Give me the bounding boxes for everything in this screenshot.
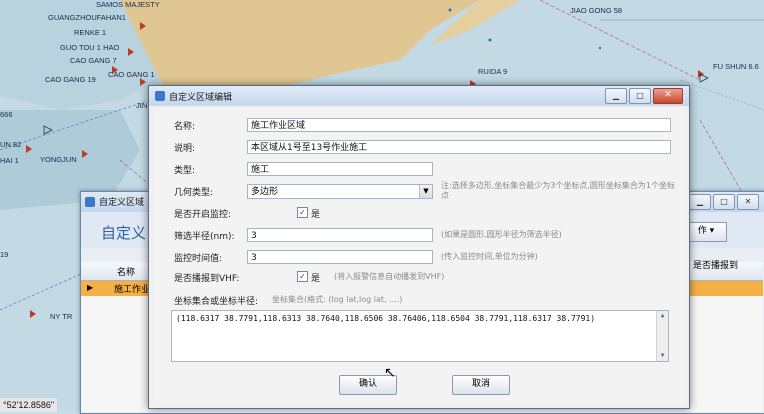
coordinates-value: (118.6317 38.7791,118.6313 38.7640,118.6… <box>176 314 596 323</box>
monitor-checkbox-label: 是 <box>311 210 321 220</box>
ship-label[interactable]: RENKE 1 <box>74 28 106 37</box>
operation-button-label: 作 <box>697 226 707 236</box>
ship-label[interactable]: HAI 1 <box>0 156 19 165</box>
type-field[interactable]: 施工 <box>247 162 433 176</box>
geometry-selected-value: 多边形 <box>251 187 279 197</box>
geometry-hint: 注:选择多边形,坐标集合最少为3个坐标点,圆形坐标集合为1个坐标点 <box>441 181 675 200</box>
description-field[interactable]: 本区域从1号至13号作业施工 <box>247 140 671 154</box>
ship-label[interactable]: FU SHUN 6.6 <box>713 62 759 71</box>
coordinate-readout: °52'12.8586" <box>0 398 58 412</box>
ship-label[interactable]: GUO TOU 1 HAO <box>60 43 119 52</box>
ship-label[interactable]: GUANGZHOUFAHAN1 <box>48 13 126 22</box>
ship-label[interactable]: NY TR <box>50 312 72 321</box>
monitor-label: 是否开启监控: <box>174 210 232 220</box>
close-icon[interactable]: ✕ <box>737 194 759 210</box>
close-icon[interactable]: ✕ <box>653 88 683 104</box>
dialog-title: 自定义区域编辑 <box>169 93 233 103</box>
ship-label[interactable]: CAO GANG 7 <box>70 56 117 65</box>
name-label: 名称: <box>174 122 196 132</box>
threshold-label: 监控时间值: <box>174 254 223 264</box>
maximize-icon[interactable]: □ <box>629 88 651 104</box>
radius-field[interactable]: 3 <box>247 228 433 242</box>
geometry-select[interactable]: 多边形 ▼ <box>247 184 433 199</box>
threshold-hint: (传入监控时间,单位为分钟) <box>441 252 538 261</box>
ship-label[interactable]: 666 <box>0 110 13 119</box>
description-label: 说明: <box>174 144 196 154</box>
radius-hint: (如果是圆形,圆形半径为筛选半径) <box>441 230 562 239</box>
radius-label: 筛选半径(nm): <box>174 232 235 242</box>
ship-label[interactable]: CAO GANG 19 <box>45 75 96 84</box>
geometry-label: 几何类型: <box>174 188 214 198</box>
column-header-broadcast[interactable]: 是否播报到 <box>693 262 763 271</box>
coords-label: 坐标集合或坐标半径: <box>174 297 259 307</box>
scroll-down-icon[interactable]: ▼ <box>658 352 667 360</box>
coords-hint: 坐标集合(格式: (log lat,log lat, ....) <box>272 295 403 304</box>
minimize-icon[interactable]: ▁ <box>689 194 711 210</box>
monitor-checkbox[interactable]: ✓ <box>297 207 308 218</box>
coordinates-textarea[interactable]: (118.6317 38.7791,118.6313 38.7640,118.6… <box>171 310 669 362</box>
textarea-scrollbar[interactable]: ▲ ▼ <box>656 311 668 361</box>
window-title: 自定义区域 <box>99 198 145 208</box>
threshold-field[interactable]: 3 <box>247 250 433 264</box>
vhf-hint: (将入报警信息自动播发到VHF) <box>334 272 445 281</box>
ship-label[interactable]: JIAO GONG 58 <box>570 6 622 15</box>
type-label: 类型: <box>174 166 196 176</box>
edit-area-dialog: 自定义区域编辑 ▁ □ ✕ 名称: 施工作业区域 说明: 本区域从1号至13号作… <box>148 85 690 409</box>
dialog-titlebar[interactable]: 自定义区域编辑 ▁ □ ✕ <box>149 86 689 106</box>
cancel-button[interactable]: 取消 <box>452 375 510 395</box>
header-title: 自定义 <box>101 224 147 242</box>
chevron-down-icon: ▾ <box>709 226 715 236</box>
ship-label[interactable]: CAO GANG 1 <box>108 70 155 79</box>
ship-label[interactable]: SAMOS MAJESTY <box>96 0 160 9</box>
vhf-label: 是否播报到VHF: <box>174 274 240 284</box>
column-header-name[interactable]: 名称 <box>117 265 135 278</box>
row-selected-icon: ▶ <box>87 283 94 292</box>
app-icon <box>85 197 95 207</box>
ship-label[interactable]: YONGJUN <box>40 155 77 164</box>
ship-label[interactable]: UN 82 <box>0 140 21 149</box>
mouse-cursor-icon: ↖ <box>384 365 396 381</box>
ship-label[interactable]: JIN <box>136 101 147 110</box>
name-field[interactable]: 施工作业区域 <box>247 118 671 132</box>
minimize-icon[interactable]: ▁ <box>605 88 627 104</box>
row-name-cell[interactable]: 施工作业 <box>114 282 150 295</box>
chevron-down-icon[interactable]: ▼ <box>419 185 432 198</box>
vhf-checkbox-label: 是 <box>311 274 321 284</box>
ship-label[interactable]: 19 <box>0 250 8 259</box>
scroll-up-icon[interactable]: ▲ <box>658 312 667 320</box>
ship-label[interactable]: RUIDA 9 <box>478 67 507 76</box>
operation-button[interactable]: 作 ▾ <box>685 222 727 242</box>
vhf-checkbox[interactable]: ✓ <box>297 271 308 282</box>
maximize-icon[interactable]: □ <box>713 194 735 210</box>
app-icon <box>155 91 165 101</box>
